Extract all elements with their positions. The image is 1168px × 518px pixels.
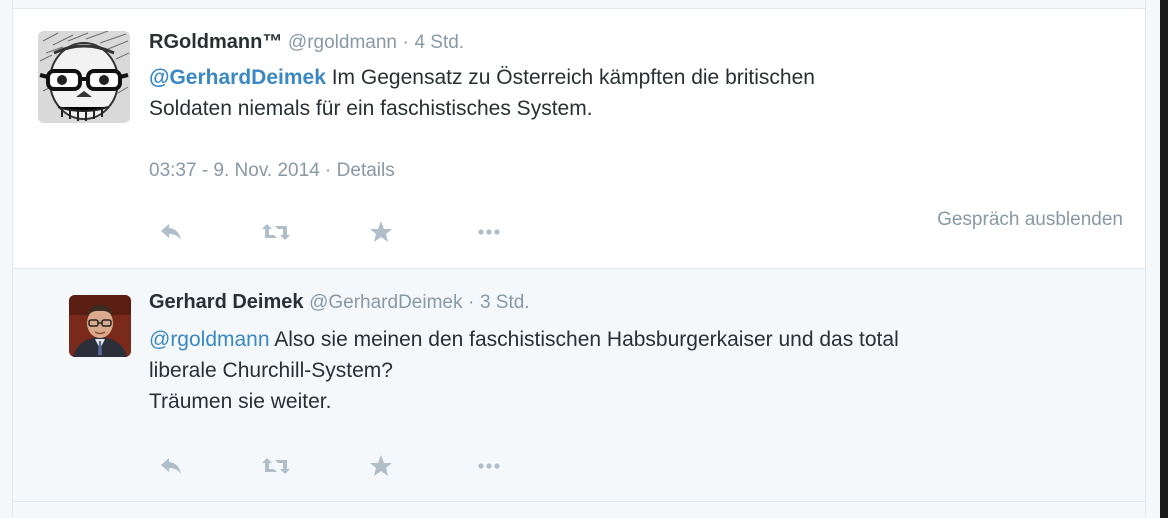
reply-icon[interactable] — [151, 446, 191, 486]
header-separator: · — [402, 32, 409, 53]
more-dots-icon[interactable] — [469, 446, 509, 486]
reply-text: @rgoldmann Also sie meinen den faschisti… — [149, 324, 899, 417]
mention-link[interactable]: @GerhardDeimek — [149, 66, 326, 89]
reply-header: Gerhard Deimek @GerhardDeimek · 3 Std. — [149, 291, 530, 314]
tweet-time[interactable]: 4 Std. — [414, 32, 464, 53]
hide-conversation-link[interactable]: Gespräch ausblenden — [937, 209, 1123, 231]
man-with-glasses-avatar-icon[interactable] — [69, 295, 131, 357]
tweet-timestamp[interactable]: 03:37 - 9. Nov. 2014 — [149, 160, 320, 181]
details-link[interactable]: Details — [337, 160, 395, 181]
timeline-frame: RGoldmann™ @rgoldmann · 4 Std. @GerhardD… — [12, 0, 1146, 518]
star-icon[interactable] — [361, 212, 401, 252]
reply-mention-link[interactable]: @rgoldmann — [149, 328, 270, 351]
tweet-text: @GerhardDeimek Im Gegensatz zu Österreic… — [149, 62, 815, 124]
reply-tweet[interactable]: Gerhard Deimek @GerhardDeimek · 3 Std. @… — [13, 269, 1145, 502]
retweet-icon[interactable] — [256, 446, 296, 486]
tweet-header: RGoldmann™ @rgoldmann · 4 Std. — [149, 31, 464, 54]
reply-text-line2: liberale Churchill-System? — [149, 359, 393, 382]
author-name[interactable]: RGoldmann™ — [149, 31, 282, 53]
details-separator: · — [319, 160, 337, 181]
reply-text-line3: Träumen sie weiter. — [149, 390, 332, 413]
window-edge — [1160, 0, 1168, 518]
tweet-text-line2: Soldaten niemals für ein faschistisches … — [149, 97, 593, 120]
reply-time[interactable]: 3 Std. — [480, 292, 530, 313]
reply-author-name[interactable]: Gerhard Deimek — [149, 291, 304, 313]
reply-text-line1: Also sie meinen den faschistischen Habsb… — [269, 328, 899, 351]
reply-author-handle[interactable]: @GerhardDeimek — [309, 292, 462, 313]
star-icon[interactable] — [361, 446, 401, 486]
reply-header-separator: · — [468, 292, 475, 313]
author-handle[interactable]: @rgoldmann — [288, 32, 397, 53]
more-dots-icon[interactable] — [469, 212, 509, 252]
next-tweet-edge — [13, 502, 1145, 518]
tweet-main[interactable]: RGoldmann™ @rgoldmann · 4 Std. @GerhardD… — [13, 9, 1145, 269]
skull-with-glasses-avatar-icon[interactable] — [38, 31, 130, 123]
previous-tweet-edge — [13, 0, 1145, 9]
tweet-text-line1: Im Gegensatz zu Österreich kämpften die … — [325, 66, 815, 89]
reply-icon[interactable] — [151, 212, 191, 252]
retweet-icon[interactable] — [256, 212, 296, 252]
left-gutter — [0, 0, 12, 518]
tweet-meta: 03:37 - 9. Nov. 2014 · Details — [149, 160, 395, 182]
